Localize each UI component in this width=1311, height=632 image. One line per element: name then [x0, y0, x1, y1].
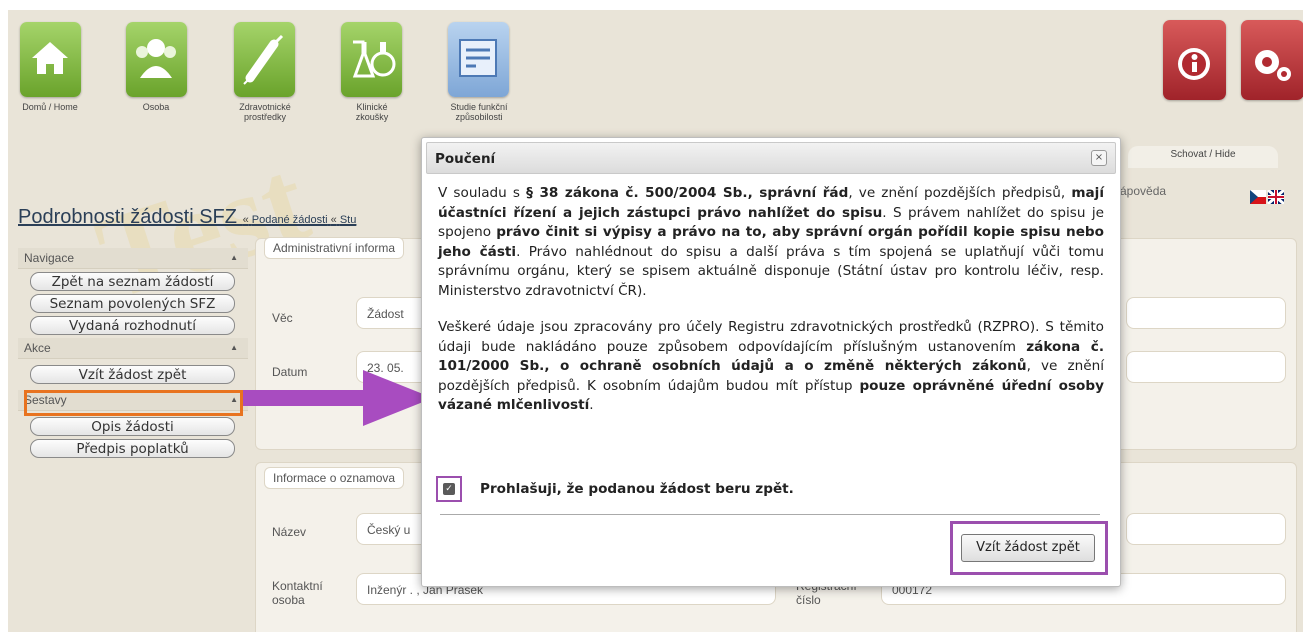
field [1126, 297, 1286, 329]
notice-paragraph-1: V souladu s § 38 zákona č. 500/2004 Sb.,… [438, 184, 1104, 301]
confirm-withdraw-button[interactable]: Vzít žádost zpět [961, 534, 1095, 562]
dialog-title: Poučení [435, 151, 496, 167]
issued-decisions-button[interactable]: Vydaná rozhodnutí [30, 316, 235, 335]
devices-tile-label: Zdravotnické prostředky [239, 102, 291, 122]
devices-tile[interactable] [234, 22, 295, 97]
studies-tile-label: Studie funkční způsobilosti [450, 102, 508, 122]
uk-flag-icon[interactable] [1267, 190, 1284, 204]
withdraw-application-button[interactable]: Vzít žádost zpět [30, 365, 235, 384]
home-tile-label: Domů / Home [22, 102, 78, 112]
czech-flag-icon[interactable] [1250, 190, 1266, 204]
flask-icon [352, 40, 396, 78]
fee-statement-button[interactable]: Předpis poplatků [30, 439, 235, 458]
application-copy-button[interactable]: Opis žádosti [30, 417, 235, 436]
notice-text: Veškeré údaje jsou zpracovány pro účely … [438, 319, 1104, 355]
documents-icon [459, 39, 497, 77]
clinical-tile-label: Klinické zkoušky [355, 102, 389, 122]
sidebar: Navigace ▲ Zpět na seznam žádostí Seznam … [18, 248, 248, 461]
checkbox-highlight: ✓ [436, 476, 462, 502]
notice-paragraph-2: Veškeré údaje jsou zpracovány pro účely … [438, 318, 1104, 416]
withdraw-dialog: Poučení × V souladu s § 38 zákona č. 500… [421, 137, 1121, 587]
info-icon [1178, 48, 1210, 80]
divider [440, 514, 1100, 515]
person-tile-label: Osoba [142, 102, 170, 112]
sidebar-section-label: Akce [24, 341, 51, 355]
help-link[interactable]: ápověda [1120, 184, 1166, 198]
syringe-icon [243, 34, 284, 85]
studies-tile[interactable] [448, 22, 509, 97]
field [1126, 351, 1286, 383]
person-tile[interactable] [126, 22, 187, 97]
page-title: Podrobnosti žádosti SFZ « Podané žádosti… [18, 206, 356, 229]
field [1126, 513, 1286, 545]
arrow-icon [243, 370, 433, 426]
breadcrumb-studies[interactable]: Stu [340, 214, 357, 226]
back-to-list-button[interactable]: Zpět na seznam žádostí [30, 272, 235, 291]
collapse-icon[interactable]: ▲ [230, 248, 238, 268]
dialog-body: V souladu s § 38 zákona č. 500/2004 Sb.,… [438, 184, 1104, 433]
nazev-label: Název [272, 525, 307, 539]
highlight-box [24, 390, 243, 416]
clinical-tile[interactable] [341, 22, 402, 97]
breadcrumb-separator: « [242, 214, 249, 226]
breadcrumb-submitted[interactable]: Podané žádosti [252, 214, 328, 226]
settings-button[interactable] [1241, 20, 1303, 100]
admin-info-title: Administrativní informa [264, 237, 405, 259]
notifier-info-title: Informace o oznamova [264, 467, 405, 489]
confirm-highlight: Vzít žádost zpět [950, 521, 1108, 575]
declaration-checkbox[interactable]: ✓ [443, 483, 455, 495]
gear-icon [1255, 50, 1291, 81]
dialog-header: Poučení × [426, 142, 1116, 174]
notice-text: . [589, 397, 594, 413]
contact-label: Kontaktní osoba [272, 579, 323, 607]
home-tile[interactable] [20, 22, 81, 97]
notice-text: . Právo nahlédnout do spisu a další práv… [438, 243, 1104, 299]
breadcrumb-separator: « [330, 214, 337, 226]
emphasized-text: § 38 zákona č. 500/2004 Sb., správní řád [526, 185, 849, 201]
declaration-label[interactable]: Prohlašuji, že podanou žádost beru zpět. [480, 481, 794, 497]
notice-text: , ve znění pozdějších předpisů, [848, 185, 1072, 201]
sidebar-section-actions[interactable]: Akce ▲ [18, 338, 248, 359]
people-icon [136, 39, 176, 78]
sidebar-section-label: Navigace [24, 251, 75, 265]
info-button[interactable] [1163, 20, 1226, 100]
breadcrumb: « Podané žádosti « Stu [243, 214, 357, 226]
language-flags[interactable] [1250, 190, 1284, 204]
approved-sfz-list-button[interactable]: Seznam povolených SFZ [30, 294, 235, 313]
hide-toggle[interactable]: Schovat / Hide [1128, 146, 1278, 168]
sidebar-section-navigation[interactable]: Navigace ▲ [18, 248, 248, 269]
top-navigation: Domů / Home Osoba Zdravotnické prostředk… [8, 10, 1303, 138]
notice-text: V souladu s [438, 185, 527, 201]
home-icon [32, 42, 68, 74]
vec-label: Věc [272, 311, 293, 325]
collapse-icon[interactable]: ▲ [230, 338, 238, 358]
page-title-text: Podrobnosti žádosti SFZ [18, 206, 237, 228]
close-icon[interactable]: × [1091, 150, 1107, 166]
